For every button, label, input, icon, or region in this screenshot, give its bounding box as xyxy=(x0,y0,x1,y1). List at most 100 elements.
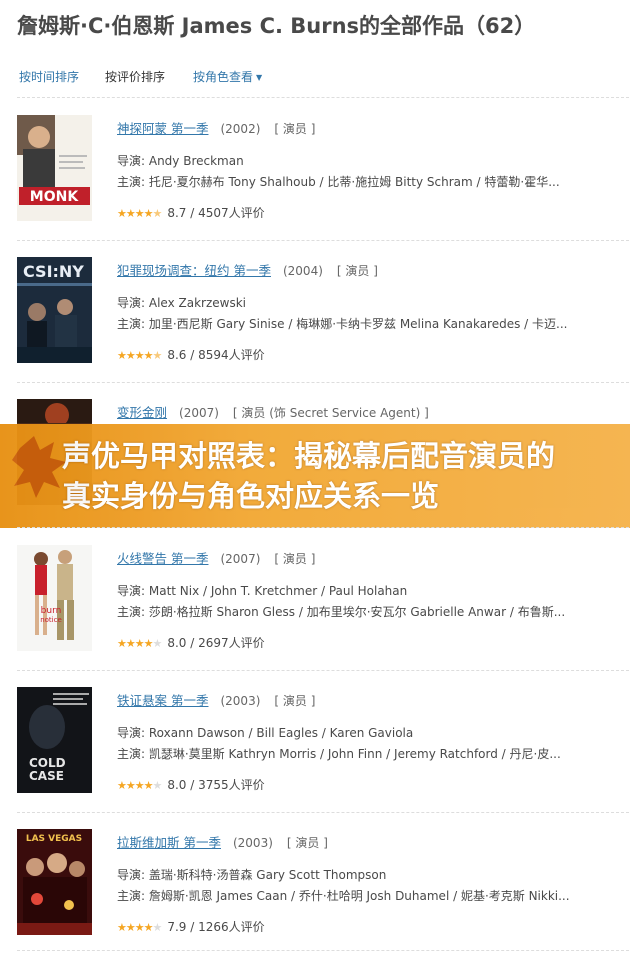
overlay-banner: 声优马甲对照表：揭秘幕后配音演员的真实身份与角色对应关系一览 xyxy=(0,424,630,528)
view-by-role-link[interactable]: 按角色查看 ▼ xyxy=(193,68,262,85)
svg-text:MONK: MONK xyxy=(30,189,80,205)
cast-label: 主演: xyxy=(117,175,149,189)
year: (2004) xyxy=(282,264,323,278)
rating-text: 8.6 / 8594人评价 xyxy=(167,348,265,362)
title-link[interactable]: 火线警告 第一季 xyxy=(117,551,208,566)
rating-stars-icon: ★★★★★ xyxy=(117,921,162,934)
title-link[interactable]: 神探阿蒙 第一季 xyxy=(117,121,208,136)
director-line: 导演: Roxann Dawson / Bill Eagles / Karen … xyxy=(117,724,413,741)
divider xyxy=(17,950,629,951)
cast-label: 主演: xyxy=(117,747,149,761)
svg-text:notice: notice xyxy=(40,616,62,624)
director-label: 导演: xyxy=(117,154,149,168)
cast: 詹姆斯·凯恩 James Caan / 乔什·杜哈明 Josh Duhamel … xyxy=(148,889,570,903)
cast-line: 主演: 凯瑟琳·莫里斯 Kathryn Morris / John Finn /… xyxy=(117,745,587,762)
year: (2003) xyxy=(232,836,273,850)
list-item: CSI:NY 犯罪现场调查：纽约 第一季 (2004) [ 演员 ] 导演: Ale… xyxy=(17,257,629,375)
rating-text: 8.7 / 4507人评价 xyxy=(167,206,265,220)
year: (2007) xyxy=(179,406,219,420)
title-link[interactable]: 变形金刚 xyxy=(117,405,167,420)
divider xyxy=(17,240,629,241)
cast-line: 主演: 加里·西尼斯 Gary Sinise / 梅琳娜·卡纳卡罗兹 Melin… xyxy=(117,315,587,332)
list-item: MONK 神探阿蒙 第一季 (2002) [ 演员 ] 导演: Andy Breck… xyxy=(17,115,629,233)
rating-line: ★★★★★ 7.9 / 1266人评价 xyxy=(117,918,265,935)
rating-text: 8.0 / 2697人评价 xyxy=(167,636,265,650)
poster-image[interactable]: LAS VEGAS xyxy=(17,829,92,935)
role-tag: [ 演员 ] xyxy=(274,694,316,708)
cast: 凯瑟琳·莫里斯 Kathryn Morris / John Finn / Jer… xyxy=(148,747,561,761)
role-tag: [ 演员 (饰 Secret Service Agent) ] xyxy=(232,406,429,420)
cast-label: 主演: xyxy=(117,889,149,903)
list-item: burn notice 火线警告 第一季 (2007) [ 演员 ] 导演: Mat… xyxy=(17,545,629,663)
role-tag: [ 演员 ] xyxy=(286,836,328,850)
poster-image[interactable]: MONK xyxy=(17,115,92,221)
divider xyxy=(17,527,629,528)
sort-by-time-link[interactable]: 按时间排序 xyxy=(19,68,79,85)
cold-case-poster-icon: COLD CASE xyxy=(17,687,92,793)
year: (2007) xyxy=(220,552,261,566)
rating-stars-icon: ★★★★★ xyxy=(117,779,162,792)
svg-text:burn: burn xyxy=(41,606,62,616)
director: 盖瑞·斯科特·汤普森 Gary Scott Thompson xyxy=(148,868,387,882)
banner-text: 声优马甲对照表：揭秘幕后配音演员的真实身份与角色对应关系一览 xyxy=(62,439,556,513)
svg-text:LAS VEGAS: LAS VEGAS xyxy=(26,834,82,844)
role-tag: [ 演员 ] xyxy=(274,552,316,566)
director-line: 导演: Alex Zakrzewski xyxy=(117,294,246,311)
svg-text:CASE: CASE xyxy=(29,769,64,783)
list-item: COLD CASE 铁证悬案 第一季 (2003) [ 演员 ] 导演: Roxan… xyxy=(17,687,629,805)
divider xyxy=(17,670,629,671)
director-label: 导演: xyxy=(117,296,149,310)
director: Matt Nix / John T. Kretchmer / Paul Hola… xyxy=(148,584,408,598)
rating-stars-icon: ★★★★★ xyxy=(117,207,162,220)
rating-text: 7.9 / 1266人评价 xyxy=(167,920,265,934)
rating-line: ★★★★★ 8.0 / 2697人评价 xyxy=(117,634,265,651)
director: Andy Breckman xyxy=(148,154,244,168)
rating-stars-icon: ★★★★★ xyxy=(117,637,162,650)
title-link[interactable]: 犯罪现场调查：纽约 第一季 xyxy=(117,263,271,278)
poster-image[interactable]: COLD CASE xyxy=(17,687,92,793)
title-link[interactable]: 拉斯维加斯 第一季 xyxy=(117,835,221,850)
cast-line: 主演: 詹姆斯·凯恩 James Caan / 乔什·杜哈明 Josh Duha… xyxy=(117,887,587,904)
director: Roxann Dawson / Bill Eagles / Karen Gavi… xyxy=(148,726,414,740)
rating-line: ★★★★★ 8.6 / 8594人评价 xyxy=(117,346,265,363)
burn-notice-poster-icon: burn notice xyxy=(17,545,92,651)
director-label: 导演: xyxy=(117,726,149,740)
director-label: 导演: xyxy=(117,868,149,882)
year: (2002) xyxy=(220,122,261,136)
cast-line: 主演: 莎朗·格拉斯 Sharon Gless / 加布里埃尔·安瓦尔 Gabr… xyxy=(117,603,587,620)
cast: 莎朗·格拉斯 Sharon Gless / 加布里埃尔·安瓦尔 Gabriell… xyxy=(148,605,566,619)
rating-line: ★★★★★ 8.7 / 4507人评价 xyxy=(117,204,265,221)
cast: 加里·西尼斯 Gary Sinise / 梅琳娜·卡纳卡罗兹 Melina Ka… xyxy=(148,317,568,331)
title-link[interactable]: 铁证悬案 第一季 xyxy=(117,693,208,708)
las-vegas-poster-icon: LAS VEGAS xyxy=(17,829,92,935)
divider xyxy=(17,382,629,383)
view-by-role-label: 按角色查看 xyxy=(193,70,254,84)
director-line: 导演: 盖瑞·斯科特·汤普森 Gary Scott Thompson xyxy=(117,866,386,883)
svg-text:COLD: COLD xyxy=(29,756,66,770)
caret-down-icon: ▼ xyxy=(256,73,263,82)
rating-text: 8.0 / 3755人评价 xyxy=(167,778,265,792)
cast-label: 主演: xyxy=(117,317,149,331)
sort-by-rating-link[interactable]: 按评价排序 xyxy=(105,68,165,85)
page-title: 詹姆斯·C·伯恩斯 James C. Burns的全部作品（62） xyxy=(17,14,536,38)
csi-ny-poster-icon: CSI:NY xyxy=(17,257,92,363)
monk-poster-icon: MONK xyxy=(17,115,92,221)
poster-image[interactable]: CSI:NY xyxy=(17,257,92,363)
poster-image[interactable]: burn notice xyxy=(17,545,92,651)
role-tag: [ 演员 ] xyxy=(274,122,316,136)
role-tag: [ 演员 ] xyxy=(336,264,378,278)
director-line: 导演: Andy Breckman xyxy=(117,152,244,169)
director: Alex Zakrzewski xyxy=(148,296,246,310)
director-line: 导演: Matt Nix / John T. Kretchmer / Paul … xyxy=(117,582,407,599)
cast-label: 主演: xyxy=(117,605,149,619)
rating-line: ★★★★★ 8.0 / 3755人评价 xyxy=(117,776,265,793)
rating-stars-icon: ★★★★★ xyxy=(117,349,162,362)
director-label: 导演: xyxy=(117,584,149,598)
divider xyxy=(17,97,629,98)
cast: 托尼·夏尔赫布 Tony Shalhoub / 比蒂·施拉姆 Bitty Sch… xyxy=(148,175,560,189)
cast-line: 主演: 托尼·夏尔赫布 Tony Shalhoub / 比蒂·施拉姆 Bitty… xyxy=(117,173,587,190)
list-item: LAS VEGAS 拉斯维加斯 第一季 (2003) [ 演员 ] 导演: 盖瑞·斯… xyxy=(17,829,629,947)
svg-text:CSI:NY: CSI:NY xyxy=(23,262,84,281)
divider xyxy=(17,812,629,813)
year: (2003) xyxy=(220,694,261,708)
